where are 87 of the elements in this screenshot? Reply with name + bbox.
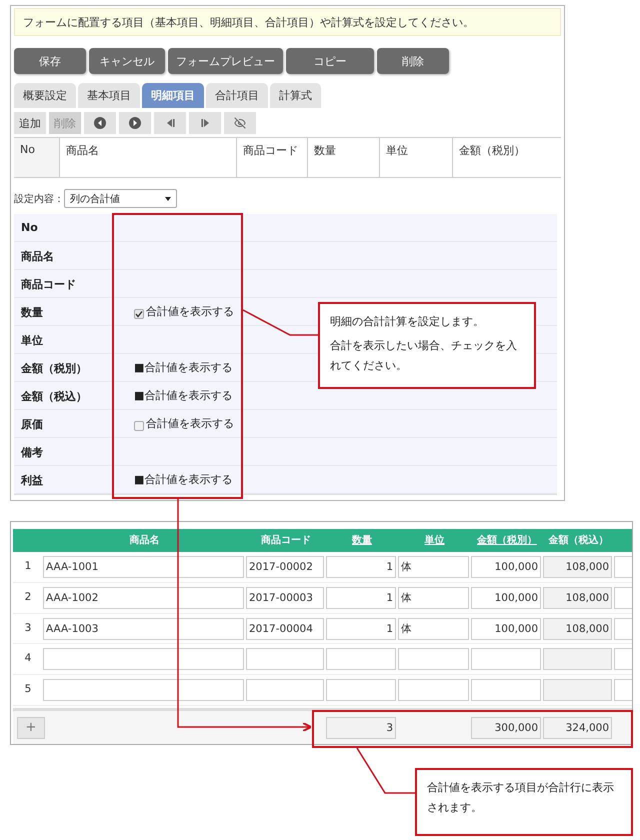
input-field[interactable]: AAA-1002 (43, 586, 244, 609)
total-field[interactable]: 300,000 (471, 716, 541, 739)
column-header: 金額（税込） (548, 534, 610, 548)
callout-text: 合計値を表示する項目が合計行に表示されます。 (427, 780, 615, 816)
notice-banner: フォームに配置する項目（基本項目、明細項目、合計項目）や計算式を設定してください。 (14, 8, 561, 36)
eye-off-icon (234, 117, 246, 129)
setting-select[interactable]: 列の合計値 (64, 189, 177, 208)
input-field[interactable] (246, 679, 324, 702)
checkbox[interactable] (134, 421, 144, 431)
field-name: 商品コード (20, 277, 77, 293)
add-row-button[interactable]: + (17, 716, 45, 739)
tab[interactable]: 合計項目 (206, 83, 268, 108)
last-button[interactable] (189, 112, 221, 134)
column-header: 商品コード (260, 533, 312, 548)
input-field[interactable]: 1 (326, 556, 396, 578)
input-field[interactable]: 108,000 (543, 586, 612, 609)
input-field[interactable]: 体 (398, 618, 469, 640)
field-name: 備考 (20, 445, 44, 461)
checkbox[interactable] (134, 309, 144, 319)
input-field[interactable] (398, 648, 469, 670)
field-name: 数量 (20, 305, 44, 321)
tab[interactable]: 概要設定 (14, 83, 76, 108)
input-field[interactable] (326, 648, 396, 670)
row-number: 4 (24, 651, 32, 666)
row-number: 5 (24, 682, 32, 698)
input-field[interactable]: 2017-00003 (246, 586, 324, 609)
input-field[interactable]: 108,000 (543, 556, 612, 578)
input-field[interactable]: 1 (326, 618, 396, 640)
action-button[interactable]: 削除 (377, 48, 449, 74)
input-field[interactable]: 1 (326, 586, 396, 609)
move-left-button[interactable] (84, 112, 116, 134)
input-field[interactable]: AAA-1001 (43, 556, 244, 578)
step-back-icon (164, 118, 176, 128)
input-field[interactable]: AAA-1003 (43, 618, 244, 640)
tab[interactable]: 計算式 (270, 83, 321, 108)
callout-text: 合計を表示したい場合、チェックを入れてください。 (330, 338, 518, 374)
field-name: No (20, 220, 39, 236)
option-label: ■合計値を表示する (134, 472, 232, 487)
first-button[interactable] (154, 112, 186, 134)
field-name: 利益 (20, 473, 44, 489)
step-forward-icon (200, 118, 210, 128)
input-field[interactable] (471, 648, 541, 670)
input-field[interactable]: 体 (398, 586, 469, 609)
input-field[interactable] (246, 648, 324, 670)
checkbox-label: 合計値を表示する (146, 304, 234, 319)
setting-label: 設定内容： (14, 192, 64, 206)
field-name: 商品名 (20, 249, 55, 265)
action-button[interactable]: キャンセル (89, 48, 165, 74)
input-field[interactable]: 100,000 (471, 556, 541, 578)
total-field[interactable]: 3 (326, 716, 396, 739)
action-button[interactable]: フォームプレビュー (168, 48, 283, 74)
callout-text: 明細の合計計算を設定します。 (330, 314, 485, 330)
field-name: 原価 (20, 417, 44, 433)
column-header: 商品名 (128, 533, 160, 548)
field-name: 金額（税込） (20, 389, 88, 405)
input-field[interactable] (543, 679, 612, 702)
input-field[interactable]: 2017-00002 (246, 556, 324, 578)
toolbar-button[interactable]: 追加 (14, 112, 46, 134)
input-field[interactable]: 108,000 (543, 618, 612, 640)
row-number: 3 (24, 620, 32, 636)
option-label: ■合計値を表示する (134, 388, 232, 403)
hide-button[interactable] (224, 112, 256, 134)
row-number: 2 (24, 590, 32, 605)
field-name: 金額（税別） (20, 361, 88, 377)
input-field[interactable] (43, 648, 244, 670)
option-label: ■合計値を表示する (134, 360, 232, 375)
column-header: No (14, 138, 59, 177)
input-field[interactable] (543, 648, 612, 670)
action-button[interactable]: 保存 (14, 48, 86, 74)
tab[interactable]: 基本項目 (78, 83, 140, 108)
input-field[interactable] (471, 679, 541, 702)
dropdown-icon (165, 196, 171, 200)
input-field[interactable] (326, 679, 396, 702)
input-field[interactable] (398, 679, 469, 702)
row-number: 1 (24, 558, 32, 574)
next-icon (129, 117, 141, 129)
input-field[interactable]: 体 (398, 556, 469, 578)
input-field[interactable]: 100,000 (471, 618, 541, 640)
input-field[interactable]: 100,000 (471, 586, 541, 609)
previous-icon (94, 117, 106, 129)
total-field[interactable]: 324,000 (543, 716, 612, 739)
field-name: 単位 (20, 333, 44, 349)
move-right-button[interactable] (119, 112, 151, 134)
action-button[interactable]: コピー (286, 48, 374, 74)
checkbox-label: 合計値を表示する (146, 416, 234, 431)
input-field[interactable] (43, 679, 244, 702)
input-field[interactable]: 2017-00004 (246, 618, 324, 640)
